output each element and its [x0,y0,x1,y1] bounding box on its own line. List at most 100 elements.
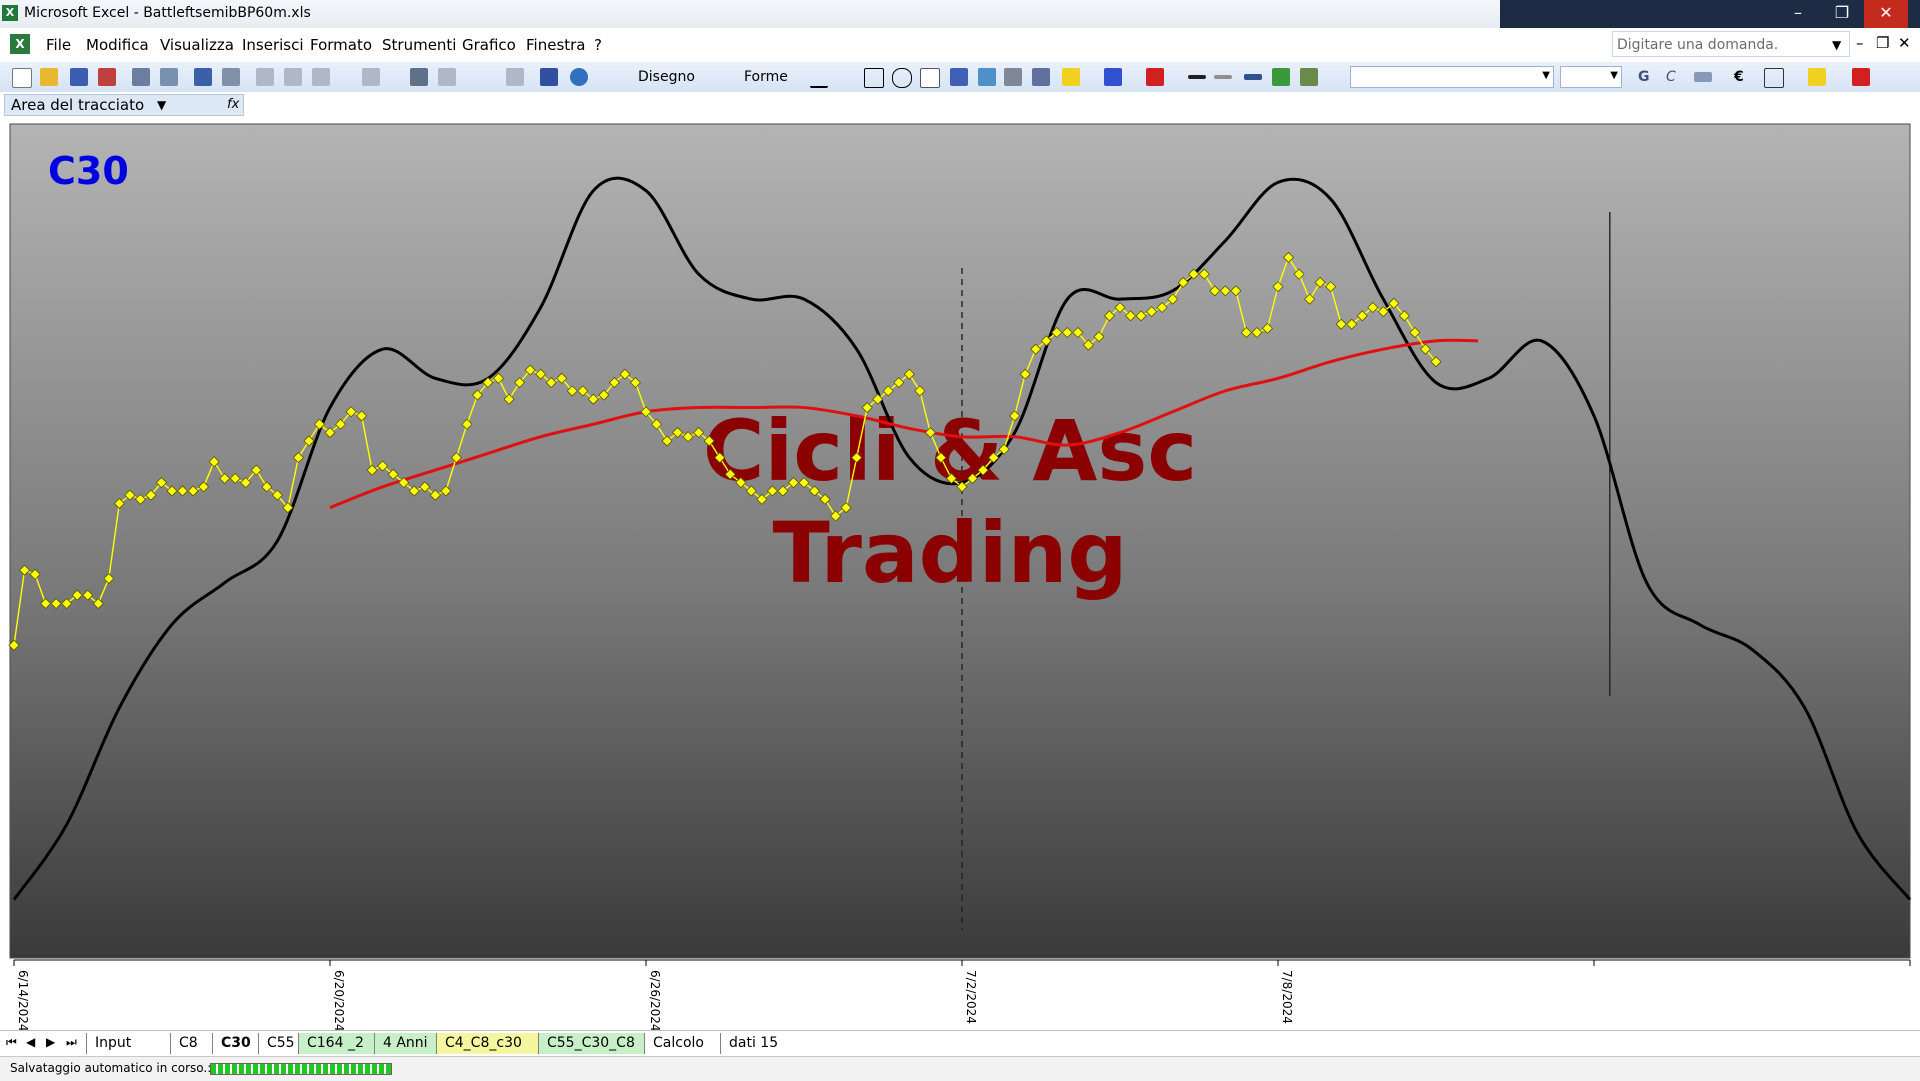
line-style-icon[interactable] [1188,75,1206,79]
first-sheet-icon[interactable]: ⏮ [6,1035,17,1050]
highlight-icon[interactable] [1808,68,1826,86]
hyperlink-icon[interactable] [410,68,428,86]
sheet-tab-c4-c8-c30[interactable]: C4_C8_c30 [436,1033,538,1054]
window-title: Microsoft Excel - BattleftsemibBP60m.xls [24,5,311,21]
wordart-icon[interactable] [950,68,968,86]
x-tick-label: 7/8/2024 [1280,970,1294,1024]
sheet-tab-c164-2[interactable]: C164 _2 [298,1033,374,1054]
x-tick-label: 6/20/2024 [332,970,346,1030]
sheet-tab-calcolo[interactable]: Calcolo [644,1033,720,1054]
font-color-icon[interactable] [1146,68,1164,86]
maximize-button[interactable]: ❐ [1820,0,1864,28]
align-center-icon[interactable] [1694,72,1712,82]
x-tick-label: 6/14/2024 [16,970,30,1030]
sheet-tab-4-anni[interactable]: 4 Anni [374,1033,436,1054]
save-icon[interactable] [70,68,88,86]
last-sheet-icon[interactable]: ⏭ [66,1035,77,1050]
rectangle-icon[interactable] [864,68,884,88]
new-icon[interactable] [12,68,32,88]
x-tick-label: 7/2/2024 [964,970,978,1024]
autosave-progress-fill [211,1064,391,1074]
name-box[interactable]: Area del tracciato ▼ fx [4,94,244,116]
menu-finestra[interactable]: Finestra [526,36,586,54]
function-icon[interactable]: fx [227,95,239,115]
menu-file[interactable]: File [46,36,71,54]
menu-modifica[interactable]: Modifica [86,36,149,54]
chart-title: C30 [48,149,129,193]
line-color-icon[interactable] [1104,68,1122,86]
copy-icon[interactable] [284,68,302,86]
draw-menu[interactable]: Disegno [638,69,695,85]
close-button[interactable]: ✕ [1864,0,1908,28]
3d-style-icon[interactable] [1300,68,1318,86]
spelling-icon[interactable] [194,68,212,86]
permission-icon[interactable] [98,68,116,86]
clipart-icon[interactable] [1004,68,1022,86]
sheet-tab-c30[interactable]: C30 [212,1033,258,1054]
cut-icon[interactable] [256,68,274,86]
oval-icon[interactable] [892,68,912,88]
status-text: Salvataggio automatico in corso.: [10,1061,212,1075]
menu-visualizza[interactable]: Visualizza [160,36,234,54]
ask-question-input[interactable]: Digitare una domanda. [1612,31,1850,57]
paste-icon[interactable] [312,68,330,86]
dash-style-icon[interactable] [1214,75,1232,79]
bold-button[interactable]: G [1638,69,1650,85]
euro-icon[interactable]: € [1734,69,1744,85]
pointer-icon[interactable] [712,68,730,86]
doc-close-button[interactable]: ✕ [1898,34,1911,52]
menu-inserisci[interactable]: Inserisci [242,36,304,54]
sheet-tab-c55[interactable]: C55 [258,1033,298,1054]
shapes-menu[interactable]: Forme [744,69,788,85]
sheet-tab-c55-c30-c8[interactable]: C55_C30_C8 [538,1033,644,1054]
borders-icon[interactable] [1764,68,1784,88]
doc-minimize-button[interactable]: – [1856,34,1864,52]
prev-sheet-icon[interactable]: ◀ [26,1035,35,1049]
diagram-icon[interactable] [978,68,996,86]
title-bar: X Microsoft Excel - BattleftsemibBP60m.x… [0,0,1920,28]
name-box-value: Area del tracciato [11,96,145,114]
autosum-icon[interactable] [438,68,456,86]
toolbar: Disegno Forme ▼ ▼ G C € [0,62,1920,93]
italic-button[interactable]: C [1666,69,1676,85]
open-icon[interactable] [40,68,58,86]
line-icon[interactable] [810,68,828,88]
font-color-icon-2[interactable] [1852,68,1870,86]
menu-grafico[interactable]: Grafico [462,36,516,54]
status-bar: Salvataggio automatico in corso.: [0,1056,1920,1081]
chart-sheet: Cicli & Asc Trading C30 6/14/2024 6/20/20… [0,118,1920,1030]
sheet-tab-input-dati[interactable]: Input dati [86,1033,170,1072]
font-size-select[interactable]: ▼ [1560,66,1622,88]
menu-help[interactable]: ? [594,36,602,54]
fill-color-icon[interactable] [1062,68,1080,86]
next-sheet-icon[interactable]: ▶ [46,1035,55,1049]
watermark-line-1: Cicli & Asc [703,402,1197,500]
chart-svg[interactable]: Cicli & Asc Trading C30 6/14/2024 6/20/20… [0,118,1920,1030]
picture-icon[interactable] [1032,68,1050,86]
watermark-line-2: Trading [772,504,1127,602]
menu-formato[interactable]: Formato [310,36,372,54]
menu-bar: X File Modifica Visualizza Inserisci For… [0,28,1920,63]
help-icon[interactable] [570,68,588,86]
print-preview-icon[interactable] [160,68,178,86]
chevron-down-icon[interactable]: ▼ [1832,38,1841,52]
print-icon[interactable] [132,68,150,86]
textbox-icon[interactable] [920,68,940,88]
autosave-progress [210,1063,392,1075]
workbook-icon[interactable]: X [10,34,30,54]
chart-wizard-icon[interactable] [540,68,558,86]
research-icon[interactable] [222,68,240,86]
arrow-style-icon[interactable] [1244,74,1262,80]
sheet-tab-c8[interactable]: C8 [170,1033,212,1054]
menu-strumenti[interactable]: Strumenti [382,36,456,54]
minimize-button[interactable]: – [1776,0,1820,28]
sheet-tab-dati-15-min[interactable]: dati 15 min [720,1033,816,1072]
doc-restore-button[interactable]: ❐ [1876,34,1889,52]
excel-app-icon[interactable]: X [2,5,18,21]
chevron-down-icon[interactable]: ▼ [157,95,166,115]
sort-icon[interactable] [506,68,524,86]
arrow-icon[interactable] [838,68,856,86]
shadow-icon[interactable] [1272,68,1290,86]
undo-icon[interactable] [362,68,380,86]
font-name-select[interactable]: ▼ [1350,66,1554,88]
